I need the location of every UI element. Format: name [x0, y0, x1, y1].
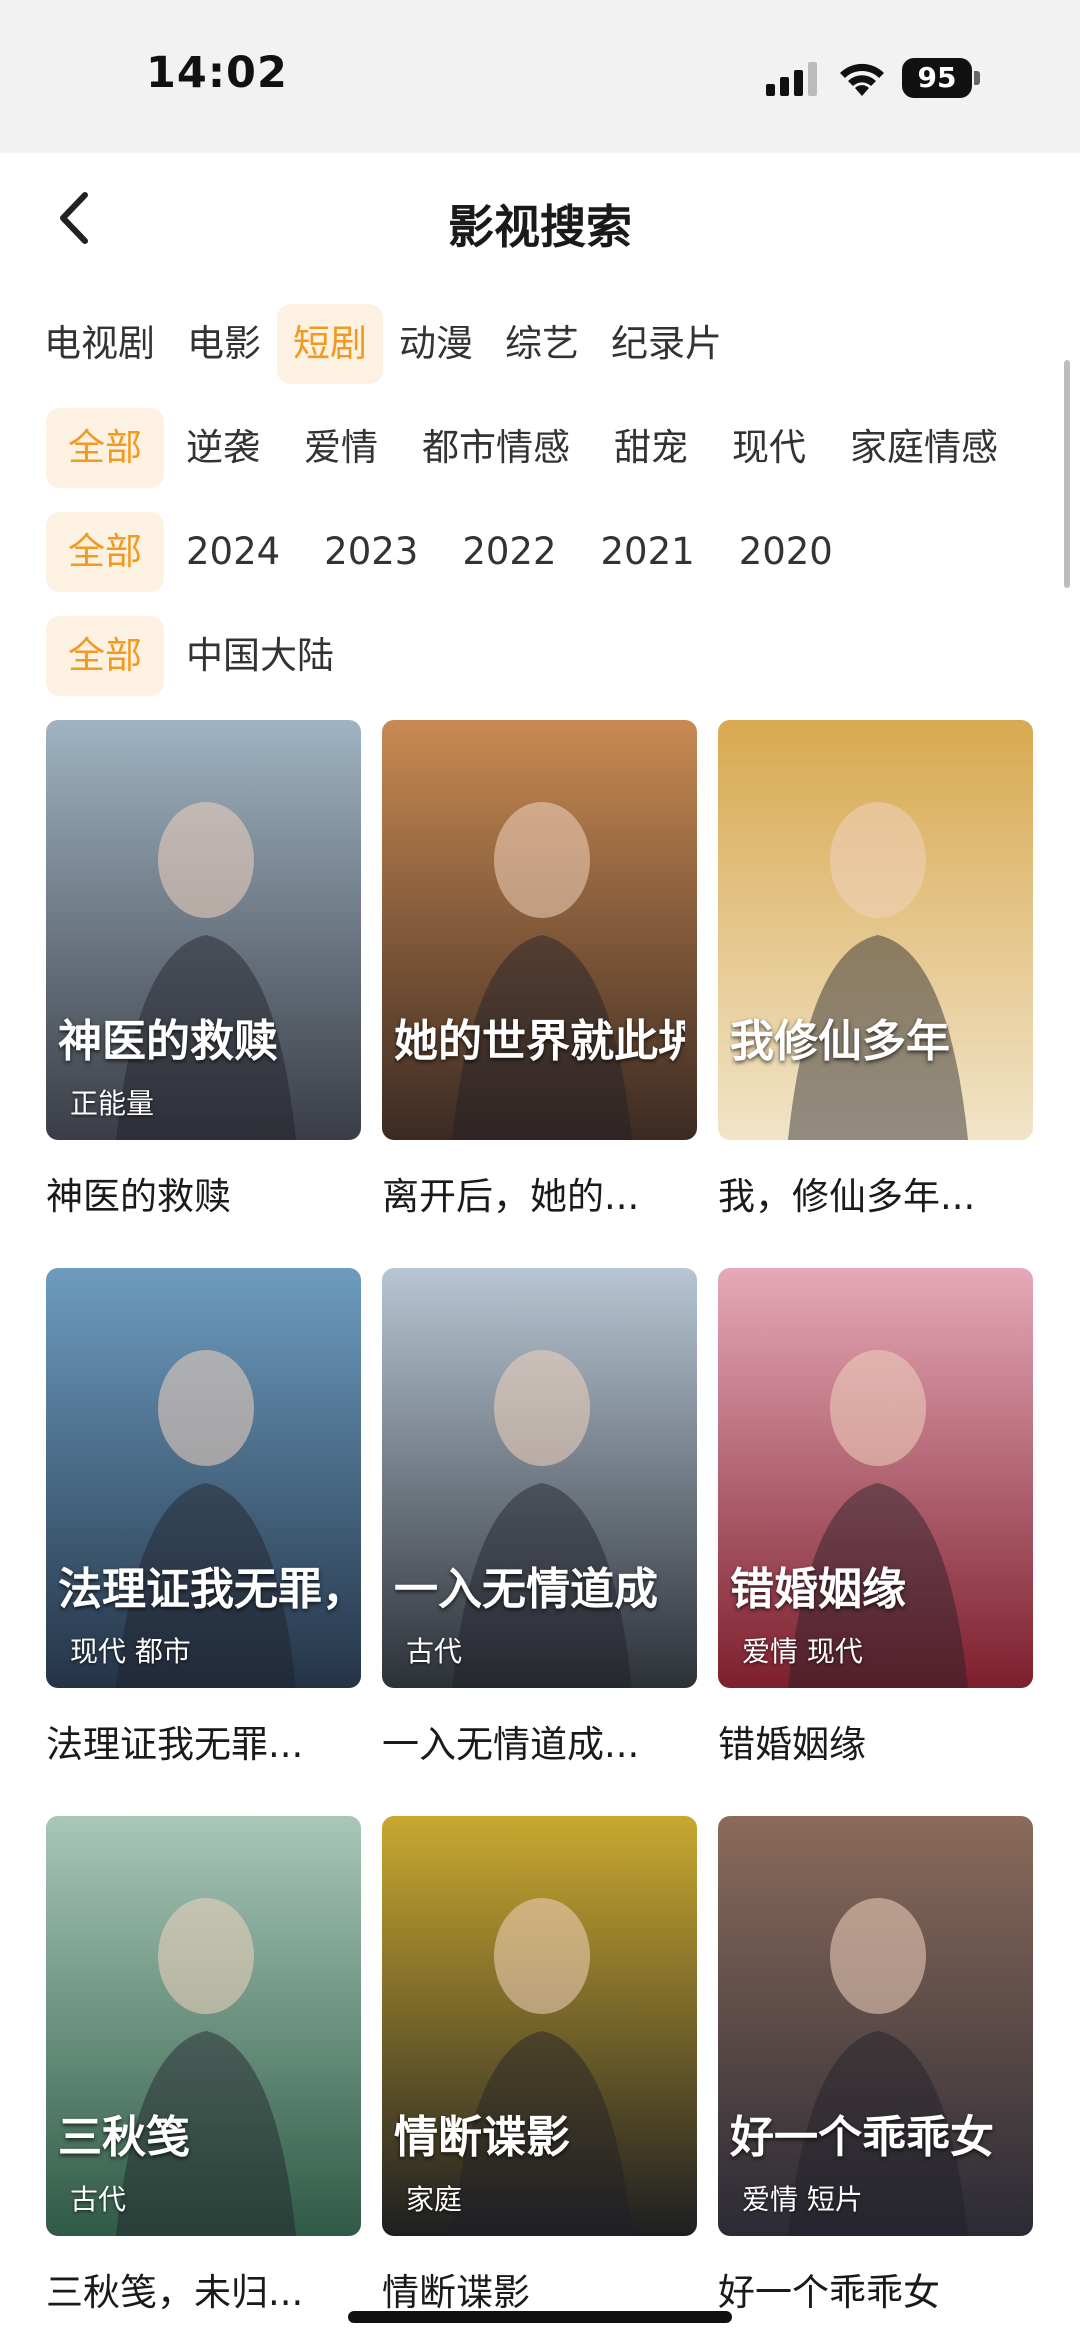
- result-card[interactable]: 法理证我无罪， 现代 都市法理证我无罪...: [46, 1268, 361, 1768]
- card-title[interactable]: 我，修仙多年...: [718, 1166, 1033, 1220]
- poster-image[interactable]: 她的世界就此坍塌: [382, 720, 697, 1140]
- poster-title-art: 她的世界就此坍塌: [394, 1016, 685, 1067]
- home-indicator[interactable]: [348, 2311, 732, 2323]
- battery-icon: 95: [902, 58, 980, 98]
- nav-header: 影视搜索: [0, 153, 1080, 283]
- page-title: 影视搜索: [448, 200, 632, 254]
- genre-chip-3[interactable]: 都市情感: [400, 408, 592, 488]
- card-title[interactable]: 情断谍影: [382, 2262, 697, 2316]
- poster-tag: 家庭: [406, 2183, 463, 2216]
- year-chip-3[interactable]: 2022: [440, 512, 578, 592]
- year-chip-4[interactable]: 2021: [579, 512, 717, 592]
- tab-0[interactable]: 电视剧: [28, 304, 171, 384]
- poster-image[interactable]: 三秋笺古代: [46, 1816, 361, 2236]
- poster-tag: 爱情 现代: [742, 1635, 863, 1668]
- tab-3[interactable]: 动漫: [383, 304, 489, 384]
- region-chip-1[interactable]: 中国大陆: [164, 616, 356, 696]
- result-card[interactable]: 神医的救赎 正能量 神医的救赎: [46, 720, 361, 1220]
- genre-chip-6[interactable]: 家庭情感: [828, 408, 1020, 488]
- year-chip-1[interactable]: 2024: [164, 512, 302, 592]
- card-title[interactable]: 离开后，她的...: [382, 1166, 697, 1220]
- battery-level: 95: [902, 58, 972, 98]
- scrollbar[interactable]: [1064, 360, 1070, 588]
- genre-chip-1[interactable]: 逆袭: [164, 408, 282, 488]
- poster-tag: 爱情 短片: [742, 2183, 863, 2216]
- region-filter-row: 全部 中国大陆: [46, 616, 356, 696]
- tab-1[interactable]: 电影: [171, 304, 277, 384]
- category-tabs: 电视剧 电影 短剧 动漫 综艺 纪录片: [44, 304, 738, 384]
- tab-2[interactable]: 短剧: [277, 304, 383, 384]
- result-card[interactable]: 错婚姻缘 爱情 现代 错婚姻缘: [718, 1268, 1033, 1768]
- result-card[interactable]: 三秋笺古代三秋笺，未归...: [46, 1816, 361, 2316]
- poster-title-art: 一入无情道成: [394, 1564, 658, 1615]
- poster-tag: 古代: [70, 2183, 127, 2216]
- year-filter-row: 全部 2024 2023 2022 2021 2020: [46, 512, 855, 592]
- result-card[interactable]: 情断谍影 家庭 情断谍影: [382, 1816, 697, 2316]
- poster-title-art: 错婚姻缘: [730, 1564, 906, 1615]
- year-chip-2[interactable]: 2023: [302, 512, 440, 592]
- poster-tag: 正能量: [70, 1087, 155, 1120]
- year-chip-5[interactable]: 2020: [717, 512, 855, 592]
- card-title[interactable]: 神医的救赎: [46, 1166, 361, 1220]
- poster-title-art: 神医的救赎: [58, 1016, 278, 1067]
- poster-image[interactable]: 我修仙多年: [718, 720, 1033, 1140]
- poster-image[interactable]: 法理证我无罪， 现代 都市: [46, 1268, 361, 1688]
- poster-image[interactable]: 一入无情道成古代: [382, 1268, 697, 1688]
- poster-image[interactable]: 好一个乖乖女爱情 短片: [718, 1816, 1033, 2236]
- poster-title-art: 好一个乖乖女: [730, 2112, 994, 2163]
- cellular-signal-icon: [766, 62, 817, 96]
- result-card[interactable]: 一入无情道成古代一入无情道成...: [382, 1268, 697, 1768]
- tab-5[interactable]: 纪录片: [595, 304, 738, 384]
- battery-cap: [974, 71, 980, 85]
- poster-title-art: 法理证我无罪，: [58, 1564, 349, 1615]
- poster-image[interactable]: 神医的救赎正能量: [46, 720, 361, 1140]
- card-title[interactable]: 三秋笺，未归...: [46, 2262, 361, 2316]
- result-card[interactable]: 我修仙多年我，修仙多年...: [718, 720, 1033, 1220]
- genre-chip-5[interactable]: 现代: [710, 408, 828, 488]
- poster-title-art: 情断谍影: [394, 2112, 570, 2163]
- year-chip-0[interactable]: 全部: [46, 512, 164, 592]
- card-title[interactable]: 好一个乖乖女: [718, 2262, 1033, 2316]
- tab-4[interactable]: 综艺: [489, 304, 595, 384]
- wifi-icon: [840, 63, 884, 96]
- poster-image[interactable]: 错婚姻缘爱情 现代: [718, 1268, 1033, 1688]
- region-chip-0[interactable]: 全部: [46, 616, 164, 696]
- card-title[interactable]: 法理证我无罪...: [46, 1714, 361, 1768]
- genre-filter-row: 全部 逆袭 爱情 都市情感 甜宠 现代 家庭情感: [46, 408, 1020, 488]
- poster-image[interactable]: 情断谍影家庭: [382, 1816, 697, 2236]
- poster-title-art: 我修仙多年: [730, 1016, 950, 1067]
- genre-chip-0[interactable]: 全部: [46, 408, 164, 488]
- result-card[interactable]: 她的世界就此坍塌离开后，她的...: [382, 720, 697, 1220]
- poster-title-art: 三秋笺: [58, 2112, 190, 2163]
- card-title[interactable]: 错婚姻缘: [718, 1714, 1033, 1768]
- status-time: 14:02: [146, 48, 288, 98]
- poster-tag: 现代 都市: [70, 1635, 191, 1668]
- poster-tag: 古代: [406, 1635, 463, 1668]
- status-bar: 14:02 95: [0, 0, 1080, 153]
- result-card[interactable]: 好一个乖乖女 爱情 短片 好一个乖乖女: [718, 1816, 1033, 2316]
- genre-chip-2[interactable]: 爱情: [282, 408, 400, 488]
- card-title[interactable]: 一入无情道成...: [382, 1714, 697, 1768]
- genre-chip-4[interactable]: 甜宠: [592, 408, 710, 488]
